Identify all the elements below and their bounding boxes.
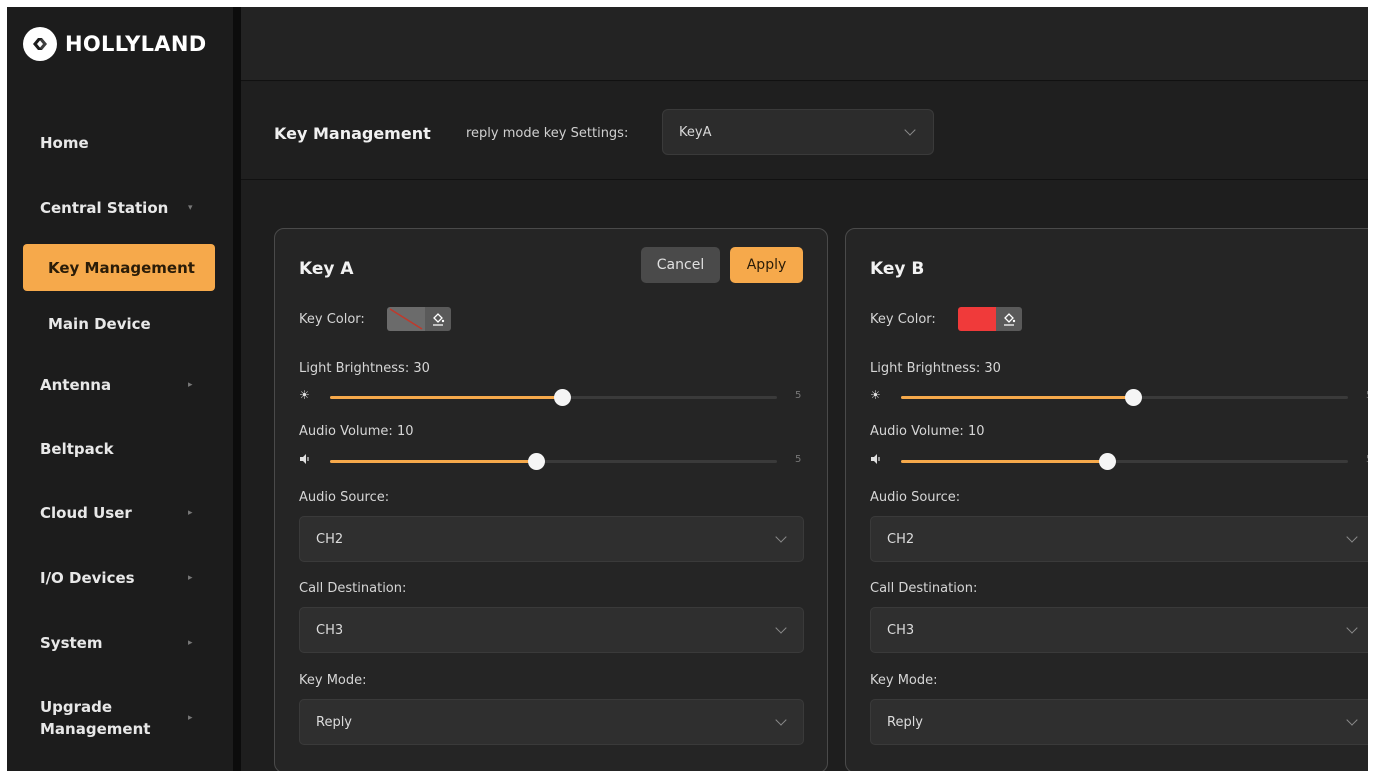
volume-slider[interactable] bbox=[901, 453, 1348, 470]
audio-volume-label: Audio Volume: 10 bbox=[299, 424, 414, 439]
call-destination-label: Call Destination: bbox=[299, 581, 407, 596]
sidebar-item-key-management[interactable]: Key Management bbox=[23, 244, 215, 291]
volume-max-label: 5 bbox=[1366, 454, 1368, 465]
chevron-down-icon: ▾ bbox=[188, 203, 193, 213]
call-destination-select[interactable]: CH3 bbox=[870, 607, 1368, 653]
sidebar-item-central-station[interactable]: Central Station ▾ bbox=[7, 196, 233, 220]
reply-mode-setting-label: reply mode key Settings: bbox=[466, 126, 629, 141]
page-title: Key Management bbox=[274, 124, 431, 143]
brand-logo: HOLLYLAND bbox=[23, 27, 206, 61]
key-color-picker[interactable] bbox=[387, 307, 451, 331]
key-color-swatch bbox=[958, 307, 996, 331]
chevron-down-icon bbox=[1346, 622, 1358, 634]
sidebar-item-antenna[interactable]: Antenna ▸ bbox=[7, 373, 233, 397]
brightness-slider[interactable] bbox=[330, 389, 777, 406]
audio-source-label: Audio Source: bbox=[299, 490, 390, 505]
key-b-card: Key B Key Color: Light Brightness: 30 ☀ … bbox=[845, 228, 1368, 771]
key-mode-select[interactable]: Reply bbox=[299, 699, 804, 745]
page-header: Key Management reply mode key Settings: … bbox=[241, 82, 1368, 180]
volume-slider-handle[interactable] bbox=[1098, 453, 1116, 470]
chevron-down-icon bbox=[775, 622, 787, 634]
reply-mode-key-select[interactable]: KeyA bbox=[662, 109, 934, 155]
sidebar-item-beltpack[interactable]: Beltpack bbox=[7, 437, 233, 461]
chevron-down-icon bbox=[775, 531, 787, 543]
brightness-max-label: 5 bbox=[795, 390, 802, 401]
sidebar-item-main-device[interactable]: Main Device bbox=[7, 312, 233, 336]
chevron-down-icon bbox=[1346, 714, 1358, 726]
chevron-right-icon: ▸ bbox=[188, 713, 193, 723]
app-window: HOLLYLAND Home Central Station ▾ Key Man… bbox=[7, 7, 1368, 771]
main-content: Key A Cancel Apply Key Color: Light Brig… bbox=[241, 181, 1368, 771]
apply-button[interactable]: Apply bbox=[730, 247, 803, 283]
volume-slider-handle[interactable] bbox=[527, 453, 545, 470]
audio-source-select[interactable]: CH2 bbox=[870, 516, 1368, 562]
card-title: Key B bbox=[870, 259, 925, 279]
top-bar bbox=[241, 7, 1368, 81]
volume-max-label: 5 bbox=[795, 454, 802, 465]
chevron-right-icon: ▸ bbox=[188, 508, 193, 518]
brightness-slider-handle[interactable] bbox=[1125, 389, 1143, 406]
call-destination-label: Call Destination: bbox=[870, 581, 978, 596]
brightness-icon: ☀ bbox=[870, 388, 881, 402]
chevron-down-icon bbox=[775, 714, 787, 726]
brightness-icon: ☀ bbox=[299, 388, 310, 402]
audio-volume-label: Audio Volume: 10 bbox=[870, 424, 985, 439]
key-color-label: Key Color: bbox=[870, 312, 936, 327]
chevron-down-icon bbox=[1346, 531, 1358, 543]
light-brightness-label: Light Brightness: 30 bbox=[870, 361, 1001, 376]
key-a-card: Key A Cancel Apply Key Color: Light Brig… bbox=[274, 228, 828, 771]
chevron-right-icon: ▸ bbox=[188, 638, 193, 648]
sidebar-divider bbox=[233, 7, 241, 771]
chevron-down-icon bbox=[904, 124, 916, 136]
key-mode-label: Key Mode: bbox=[870, 673, 938, 688]
sidebar-item-cloud-user[interactable]: Cloud User ▸ bbox=[7, 501, 233, 525]
volume-icon bbox=[299, 453, 311, 467]
chevron-right-icon: ▸ bbox=[188, 380, 193, 390]
key-mode-select[interactable]: Reply bbox=[870, 699, 1368, 745]
cancel-button[interactable]: Cancel bbox=[641, 247, 720, 283]
brightness-slider-handle[interactable] bbox=[554, 389, 572, 406]
paint-bucket-icon[interactable] bbox=[996, 307, 1022, 331]
hollyland-logo-icon bbox=[23, 27, 57, 61]
brightness-max-label: 5 bbox=[1366, 390, 1368, 401]
sidebar-item-home[interactable]: Home bbox=[7, 131, 233, 155]
chevron-right-icon: ▸ bbox=[188, 573, 193, 583]
key-mode-label: Key Mode: bbox=[299, 673, 367, 688]
sidebar-item-system[interactable]: System ▸ bbox=[7, 631, 233, 655]
audio-source-label: Audio Source: bbox=[870, 490, 961, 505]
sidebar: HOLLYLAND Home Central Station ▾ Key Man… bbox=[7, 7, 233, 771]
sidebar-item-upgrade-management[interactable]: Upgrade Management ▸ bbox=[7, 695, 233, 741]
volume-slider[interactable] bbox=[330, 453, 777, 470]
brightness-slider[interactable] bbox=[901, 389, 1348, 406]
card-title: Key A bbox=[299, 259, 354, 279]
key-color-swatch bbox=[387, 307, 425, 331]
sidebar-item-io-devices[interactable]: I/O Devices ▸ bbox=[7, 566, 233, 590]
key-color-picker[interactable] bbox=[958, 307, 1022, 331]
brand-name: HOLLYLAND bbox=[65, 32, 207, 56]
paint-bucket-icon[interactable] bbox=[425, 307, 451, 331]
light-brightness-label: Light Brightness: 30 bbox=[299, 361, 430, 376]
volume-icon bbox=[870, 453, 882, 467]
call-destination-select[interactable]: CH3 bbox=[299, 607, 804, 653]
audio-source-select[interactable]: CH2 bbox=[299, 516, 804, 562]
key-color-label: Key Color: bbox=[299, 312, 365, 327]
